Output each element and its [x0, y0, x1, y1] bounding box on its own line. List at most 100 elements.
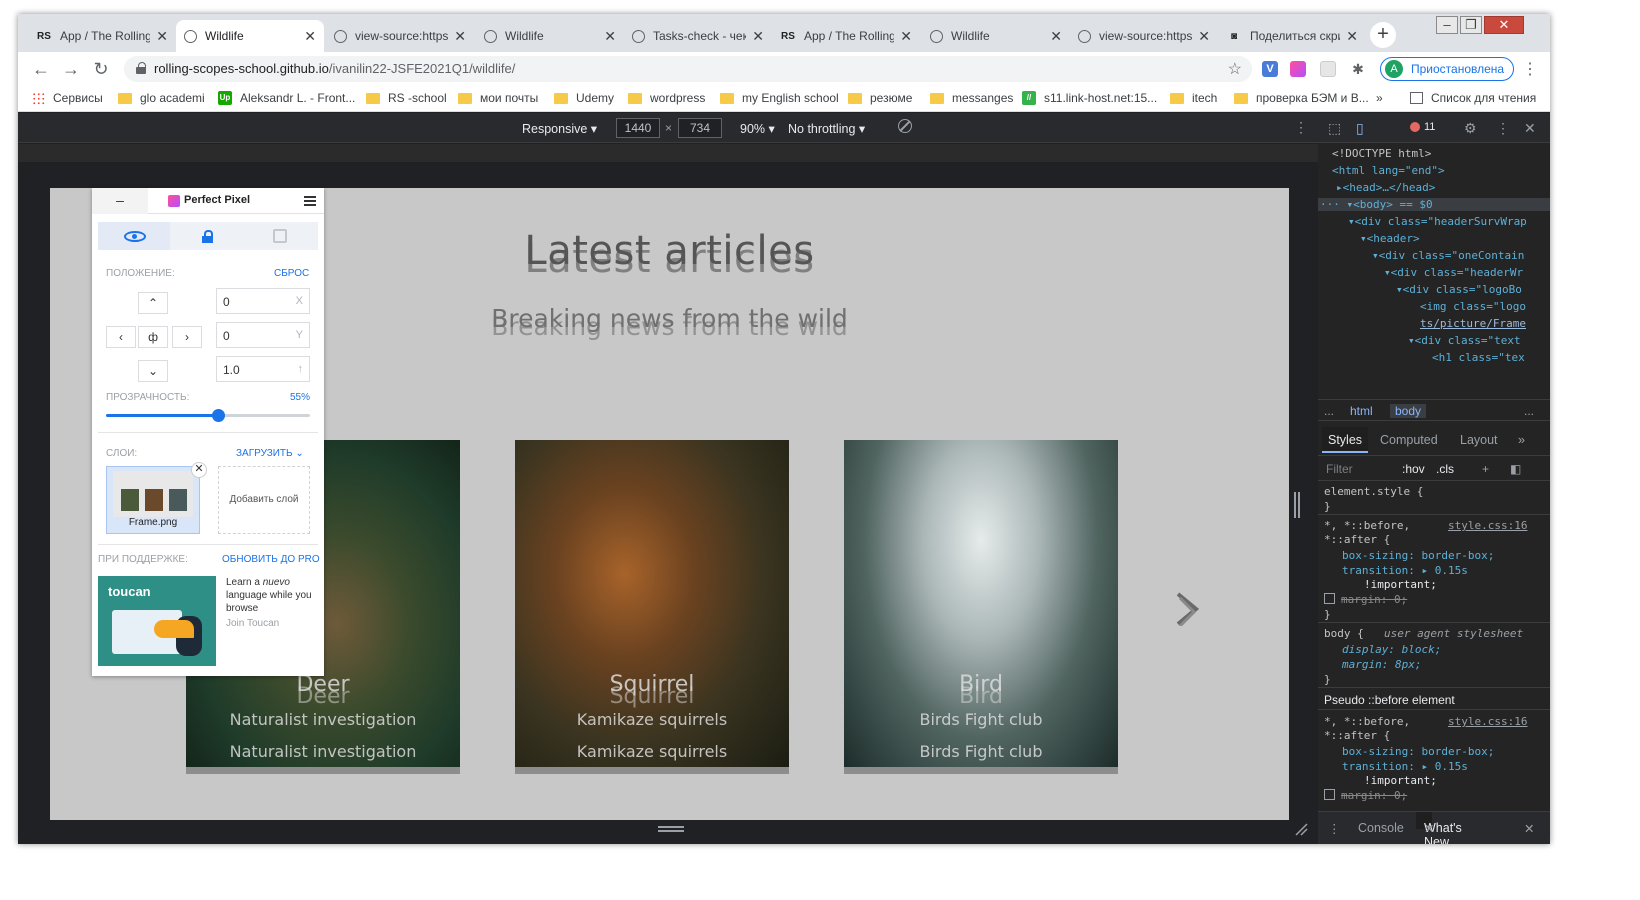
back-arrow-icon[interactable]: ← — [30, 58, 52, 80]
close-tab-icon[interactable]: ✕ — [1424, 821, 1434, 836]
resize-corner-icon[interactable] — [1294, 822, 1308, 836]
declaration-checkbox[interactable] — [1324, 789, 1335, 800]
computed-sidebar-icon[interactable]: ◧ — [1510, 462, 1521, 476]
toucan-promo-text[interactable]: Learn a nuevo language while you browse … — [226, 576, 316, 630]
bookmark-services[interactable]: Сервисы — [32, 91, 103, 105]
close-tab-icon[interactable]: ✕ — [1346, 28, 1358, 45]
hov-toggle[interactable]: :hov — [1402, 462, 1425, 476]
close-window-icon[interactable]: ✕ — [1484, 16, 1524, 34]
bookmarks-overflow-button[interactable]: » — [1376, 91, 1383, 105]
tab-layout[interactable]: Layout — [1460, 433, 1498, 447]
close-tab-icon[interactable]: ✕ — [1198, 28, 1210, 45]
rotate-icon[interactable] — [898, 119, 912, 133]
move-down-button[interactable]: ⌄ — [138, 360, 168, 382]
extension-grey-icon[interactable] — [1320, 61, 1336, 77]
style-declaration-overridden[interactable]: margin: 0; — [1324, 789, 1407, 802]
tab-app-rolling-2[interactable]: RS App / The Rolling ✕ — [772, 20, 920, 52]
code-line[interactable]: <!DOCTYPE html> — [1332, 147, 1431, 160]
upload-layer-link[interactable]: ЗАГРУЗИТЬ ⌄ — [236, 448, 304, 459]
remove-layer-icon[interactable]: ✕ — [191, 462, 207, 478]
profile-button[interactable]: A Приостановлена — [1380, 57, 1514, 81]
x-position-input[interactable]: 0X — [216, 288, 310, 314]
code-line[interactable]: ▾<div class="logoBo — [1396, 283, 1522, 296]
move-left-button[interactable]: ‹ — [106, 326, 136, 348]
code-line[interactable]: ▾<div class="headerWr — [1384, 266, 1523, 279]
style-declaration[interactable]: box-sizing: border-box; — [1342, 745, 1494, 758]
error-count-badge[interactable]: 11 — [1410, 121, 1435, 133]
url-text[interactable]: rolling-scopes-school.github.io/ivanilin… — [154, 61, 515, 76]
styles-filter-input[interactable]: Filter — [1326, 462, 1353, 476]
bookmark-rs-school[interactable]: RS -school — [366, 91, 447, 105]
tab-view-source-2[interactable]: view-source:https: ✕ — [1070, 20, 1218, 52]
article-card-squirrel[interactable]: Squirrel Squirrel Kamikaze squirrels Kam… — [515, 440, 789, 774]
close-tab-icon[interactable]: ✕ — [1050, 28, 1062, 45]
breadcrumb-more[interactable]: ... — [1324, 404, 1334, 418]
device-more-icon[interactable]: ⋮ — [1294, 119, 1308, 136]
visibility-toggle[interactable] — [98, 222, 170, 250]
more-tabs-icon[interactable]: » — [1518, 433, 1525, 447]
tab-app-rolling-1[interactable]: RS App / The Rolling ✕ — [28, 20, 176, 52]
extensions-puzzle-icon[interactable]: ✱ — [1350, 61, 1366, 77]
opacity-slider-knob[interactable] — [212, 409, 226, 422]
minimize-panel-button[interactable]: – — [92, 188, 148, 214]
tab-share-screenshot[interactable]: ◙ Поделиться скри ✕ — [1218, 20, 1366, 52]
tab-wildlife-active[interactable]: Wildlife ✕ — [176, 20, 324, 52]
close-drawer-icon[interactable]: ✕ — [1524, 821, 1534, 836]
style-source-link[interactable]: style.css:16 — [1448, 519, 1527, 532]
toucan-promo-image[interactable]: toucan — [98, 576, 216, 666]
close-tab-icon[interactable]: ✕ — [454, 28, 466, 45]
code-line[interactable]: ts/picture/Frame — [1420, 317, 1526, 330]
code-line[interactable]: <img class="logo — [1420, 300, 1526, 313]
minimize-window-icon[interactable]: – — [1436, 16, 1458, 34]
cls-toggle[interactable]: .cls — [1436, 462, 1454, 476]
y-position-input[interactable]: 0Y — [216, 322, 310, 348]
style-declaration[interactable]: box-sizing: border-box; — [1342, 549, 1494, 562]
breadcrumb-more-right[interactable]: ... — [1524, 404, 1534, 418]
code-line[interactable]: ▾<div class="oneContain — [1372, 249, 1524, 262]
declaration-checkbox[interactable] — [1324, 593, 1335, 604]
restore-window-icon[interactable]: ❐ — [1460, 16, 1482, 34]
reload-icon[interactable]: ↻ — [90, 58, 112, 80]
close-tab-icon[interactable]: ✕ — [156, 28, 168, 45]
tab-whats-new[interactable]: What's New ✕ — [1416, 812, 1462, 844]
code-line[interactable]: ▸<head>…</head> — [1336, 181, 1435, 194]
code-line[interactable]: ▾<header> — [1360, 232, 1420, 245]
center-button[interactable]: ф — [138, 326, 168, 348]
throttling-select[interactable]: No throttling ▾ — [788, 121, 865, 136]
inspect-element-icon[interactable]: ⬚ — [1328, 120, 1341, 137]
resize-right-handle[interactable] — [1294, 492, 1300, 518]
device-mode-select[interactable]: Responsive ▾ — [522, 121, 597, 136]
layer-item[interactable]: Frame.png ✕ — [106, 462, 207, 534]
bookmark-bem[interactable]: проверка БЭМ и В... — [1234, 91, 1369, 105]
reading-list-button[interactable]: Список для чтения — [1410, 91, 1536, 105]
close-tab-icon[interactable]: ✕ — [604, 28, 616, 45]
join-toucan-link[interactable]: Join Toucan — [226, 617, 316, 630]
close-tab-icon[interactable]: ✕ — [900, 28, 912, 45]
tab-wildlife-3[interactable]: Wildlife ✕ — [922, 20, 1070, 52]
breadcrumb-body[interactable]: body — [1390, 404, 1427, 418]
style-declaration[interactable]: display: block; — [1342, 643, 1441, 656]
bookmark-english[interactable]: my English school — [720, 91, 839, 105]
move-up-button[interactable]: ⌃ — [138, 292, 168, 314]
bookmark-mail[interactable]: мои почты — [458, 91, 538, 105]
close-tab-icon[interactable]: ✕ — [752, 28, 764, 45]
address-bar[interactable]: rolling-scopes-school.github.io/ivanilin… — [124, 56, 1252, 82]
bookmark-link-host[interactable]: // s11.link-host.net:15... — [1022, 91, 1157, 105]
style-declaration[interactable]: margin: 8px; — [1342, 658, 1421, 671]
move-right-button[interactable]: › — [172, 326, 202, 348]
tab-console[interactable]: Console — [1358, 821, 1404, 835]
zoom-select[interactable]: 90% ▾ — [740, 121, 775, 136]
reset-link[interactable]: СБРОС — [274, 268, 309, 279]
resize-bottom-handle[interactable] — [658, 826, 684, 832]
bookmark-star-icon[interactable]: ☆ — [1228, 59, 1242, 79]
code-line[interactable]: ▾<div class="text — [1408, 334, 1521, 347]
new-rule-icon[interactable]: + — [1482, 462, 1489, 476]
tab-computed[interactable]: Computed — [1380, 433, 1438, 447]
style-declaration[interactable]: transition: ▸ 0.15s — [1342, 760, 1468, 773]
hamburger-menu-icon[interactable] — [304, 196, 316, 206]
scale-input[interactable]: 1.0 ↑ — [216, 356, 310, 382]
bookmark-glo[interactable]: glo academi — [118, 91, 205, 105]
close-devtools-icon[interactable]: ✕ — [1524, 120, 1536, 137]
next-arrow-icon[interactable] — [1170, 592, 1204, 626]
forward-arrow-icon[interactable]: → — [60, 58, 82, 80]
